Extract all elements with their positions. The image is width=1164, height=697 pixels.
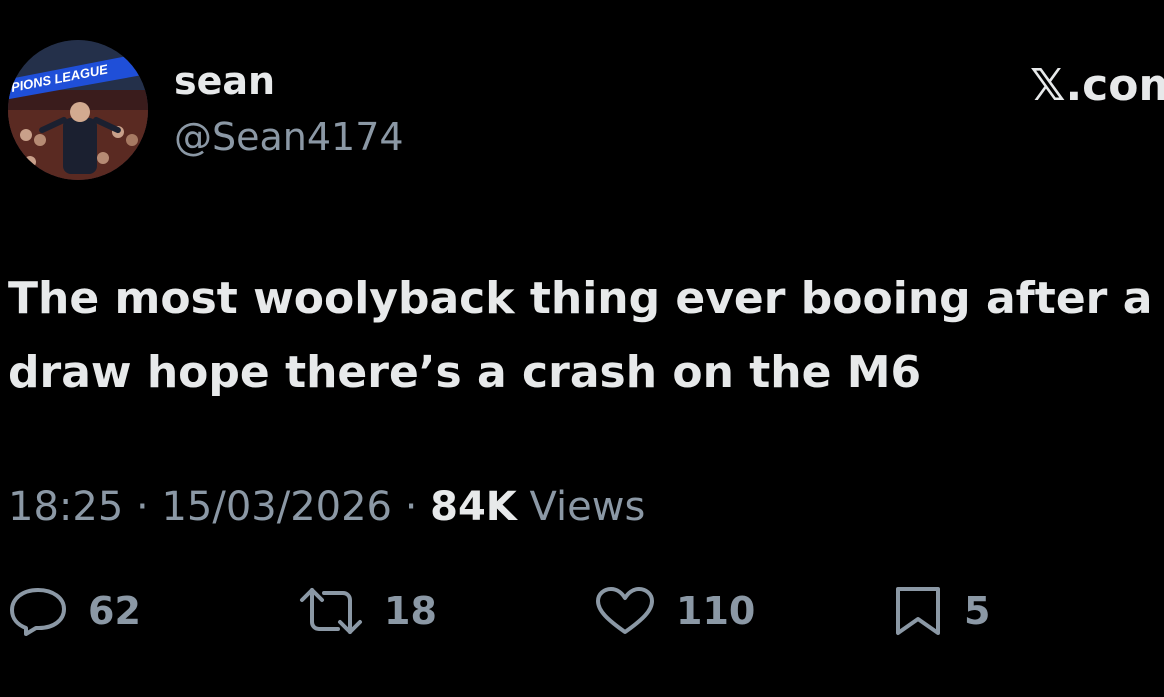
user-handle[interactable]: @Sean4174 xyxy=(174,114,404,160)
tweet-actions: 62 18 110 5 xyxy=(0,583,1164,639)
tweet-meta: 18:25 · 15/03/2026 · 84K Views xyxy=(8,480,645,534)
avatar[interactable]: PIONS LEAGUE xyxy=(8,40,148,180)
meta-separator: · xyxy=(404,484,418,530)
reply-icon xyxy=(8,586,68,636)
views-count: 84K xyxy=(430,484,517,530)
reply-button[interactable]: 62 xyxy=(8,583,141,639)
repost-count: 18 xyxy=(384,589,437,633)
tweet-date[interactable]: 15/03/2026 xyxy=(161,484,392,530)
display-name[interactable]: sean xyxy=(174,58,275,104)
like-icon xyxy=(594,586,656,636)
x-logo-watermark: 𝕏.com xyxy=(1030,60,1164,111)
like-button[interactable]: 110 xyxy=(594,583,755,639)
meta-separator: · xyxy=(136,484,149,530)
views-label: Views xyxy=(529,484,646,530)
tweet-time[interactable]: 18:25 xyxy=(8,484,123,530)
tweet-text: The most woolyback thing ever booing aft… xyxy=(8,273,1153,398)
bookmark-count: 5 xyxy=(964,589,991,633)
repost-button[interactable]: 18 xyxy=(298,583,437,639)
avatar-image: PIONS LEAGUE xyxy=(8,40,148,180)
bookmark-button[interactable]: 5 xyxy=(892,583,990,639)
like-count: 110 xyxy=(676,589,756,633)
repost-icon xyxy=(298,586,364,636)
reply-count: 62 xyxy=(88,589,141,633)
bookmark-icon xyxy=(892,585,944,637)
